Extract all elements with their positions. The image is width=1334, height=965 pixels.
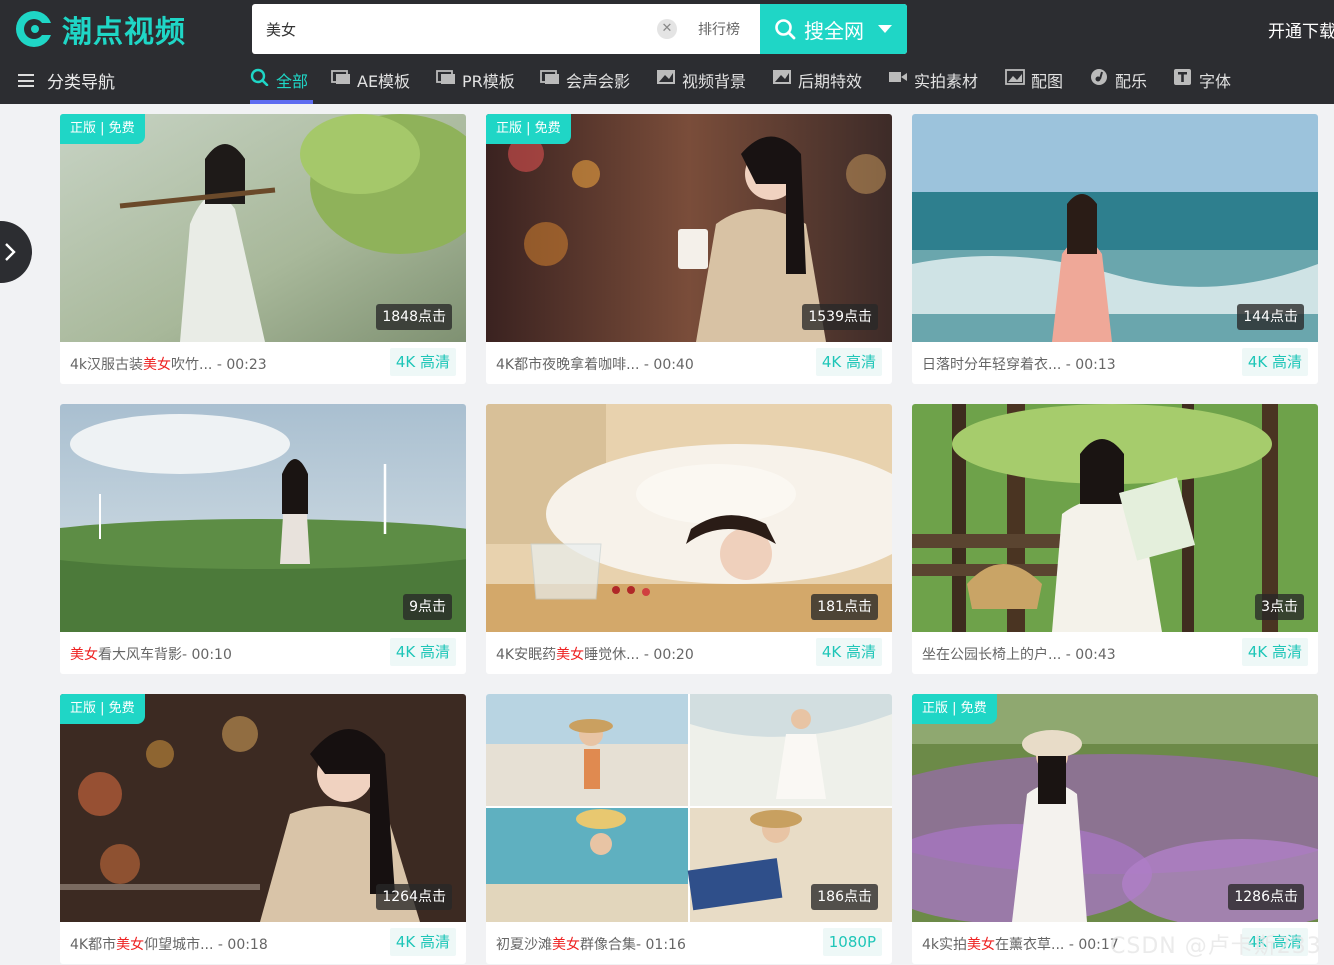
camera-icon	[889, 72, 907, 82]
nav-item-image[interactable]: 配图	[1005, 68, 1063, 104]
search-all-button[interactable]: 搜全网	[760, 4, 907, 54]
video-title[interactable]: 4k实拍美女在薰衣草... - 00:17	[922, 934, 1119, 954]
nav-item-vs[interactable]: 会声会影	[540, 68, 630, 104]
click-count: 181点击	[811, 594, 878, 620]
nav-item-pr[interactable]: PR模板	[436, 68, 515, 104]
image-icon	[1005, 69, 1025, 85]
close-icon[interactable]: ✕	[657, 19, 677, 39]
music-icon	[1091, 69, 1107, 85]
video-card[interactable]: 正版 | 免费 1264点击 4K都市美女仰望城市... - 00:18 4K …	[60, 694, 466, 964]
side-panel-toggle[interactable]	[0, 221, 32, 283]
video-title[interactable]: 日落时分年轻穿着衣... - 00:13	[922, 354, 1116, 374]
quality-badge: 4K 高清	[1241, 638, 1308, 666]
site-logo[interactable]: 潮点视频	[14, 7, 186, 51]
video-card[interactable]: 186点击 初夏沙滩美女群像合集- 01:16 1080P	[486, 694, 892, 964]
video-card[interactable]: 3点击 坐在公园长椅上的户... - 00:43 4K 高清	[912, 404, 1318, 674]
logo-text: 潮点视频	[62, 15, 186, 50]
nav-item-label: 配图	[1031, 72, 1064, 91]
nav-item-label: 实拍素材	[914, 72, 979, 91]
search-input[interactable]	[252, 11, 642, 47]
logo-icon	[14, 9, 54, 49]
click-count: 1286点击	[1228, 884, 1304, 910]
video-card[interactable]: 181点击 4K安眠药美女睡觉休... - 00:20 4K 高清	[486, 404, 892, 674]
video-title[interactable]: 4k汉服古装美女吹竹... - 00:23	[70, 354, 267, 374]
watermark-text: CSDN @卢卡斯233	[1110, 934, 1322, 959]
pr-icon	[436, 70, 455, 84]
nav-item-ae[interactable]: AE模板	[331, 68, 410, 104]
category-nav-toggle[interactable]: 分类导航	[18, 68, 115, 93]
nav-item-label: 字体	[1199, 72, 1232, 91]
video-title[interactable]: 坐在公园长椅上的户... - 00:43	[922, 644, 1116, 664]
category-nav: 分类导航 全部 AE模板 PR模板 会声会影 视频背景 后期特效 实拍素材 配图…	[0, 58, 1334, 104]
license-badge: 正版 | 免费	[486, 114, 571, 144]
search-button-label: 搜全网	[804, 18, 864, 43]
rank-link[interactable]: 排行榜	[698, 19, 740, 39]
top-header: 潮点视频 ✕ 排行榜 搜全网 开通下载 分类导航 全部 AE模板	[0, 0, 1334, 104]
nav-item-music[interactable]: 配乐	[1089, 68, 1147, 104]
effects-icon	[773, 70, 791, 84]
video-card[interactable]: 正版 | 免费 1539点击 4K都市夜晚拿着咖啡... - 00:40 4K …	[486, 114, 892, 384]
video-title[interactable]: 初夏沙滩美女群像合集- 01:16	[496, 934, 686, 954]
video-title[interactable]: 4K安眠药美女睡觉休... - 00:20	[496, 644, 694, 664]
quality-badge: 4K 高清	[389, 348, 456, 376]
quality-badge: 4K 高清	[389, 638, 456, 666]
click-count: 9点击	[403, 594, 452, 620]
quality-badge: 4K 高清	[1241, 348, 1308, 376]
nav-item-all[interactable]: 全部	[250, 68, 313, 104]
chevron-right-icon	[5, 243, 16, 261]
video-title[interactable]: 美女看大风车背影- 00:10	[70, 644, 232, 664]
video-card[interactable]: 9点击 美女看大风车背影- 00:10 4K 高清	[60, 404, 466, 674]
video-title[interactable]: 4K都市美女仰望城市... - 00:18	[70, 934, 268, 954]
search-bar: ✕ 排行榜 搜全网	[252, 4, 907, 54]
search-icon	[775, 19, 796, 40]
nav-item-label: 会声会影	[566, 72, 631, 91]
search-icon	[250, 68, 269, 86]
click-count: 1264点击	[376, 884, 452, 910]
click-count: 3点击	[1255, 594, 1304, 620]
nav-item-effects[interactable]: 后期特效	[772, 68, 862, 104]
chevron-down-icon[interactable]	[878, 25, 892, 33]
nav-item-video-bg[interactable]: 视频背景	[656, 68, 746, 104]
vip-download-link[interactable]: 开通下载	[1268, 17, 1334, 42]
quality-badge: 4K 高清	[815, 348, 882, 376]
nav-item-camera[interactable]: 实拍素材	[888, 68, 978, 104]
category-nav-label: 分类导航	[47, 73, 115, 93]
license-badge: 正版 | 免费	[60, 114, 145, 144]
video-bg-icon	[657, 70, 675, 84]
quality-badge: 4K 高清	[389, 928, 456, 956]
quality-badge: 1080P	[822, 928, 882, 956]
vs-icon	[540, 70, 559, 84]
license-badge: 正版 | 免费	[60, 694, 145, 724]
video-card[interactable]: 144点击 日落时分年轻穿着衣... - 00:13 4K 高清	[912, 114, 1318, 384]
font-icon	[1174, 69, 1191, 85]
nav-item-font[interactable]: 字体	[1173, 68, 1231, 104]
nav-item-label: AE模板	[357, 72, 411, 91]
nav-item-label: 配乐	[1115, 72, 1148, 91]
nav-item-label: PR模板	[462, 72, 515, 91]
click-count: 186点击	[811, 884, 878, 910]
nav-item-label: 后期特效	[798, 72, 863, 91]
click-count: 144点击	[1237, 304, 1304, 330]
video-card[interactable]: 正版 | 免费 1848点击 4k汉服古装美女吹竹... - 00:23 4K …	[60, 114, 466, 384]
ae-icon	[331, 70, 350, 84]
click-count: 1848点击	[376, 304, 452, 330]
license-badge: 正版 | 免费	[912, 694, 997, 724]
nav-item-label: 全部	[276, 72, 309, 91]
video-card[interactable]: 正版 | 免费 1286点击 4k实拍美女在薰衣草... - 00:17 4K …	[912, 694, 1318, 964]
quality-badge: 4K 高清	[815, 638, 882, 666]
menu-icon	[18, 74, 34, 87]
video-title[interactable]: 4K都市夜晚拿着咖啡... - 00:40	[496, 354, 694, 374]
nav-item-label: 视频背景	[682, 72, 747, 91]
click-count: 1539点击	[802, 304, 878, 330]
